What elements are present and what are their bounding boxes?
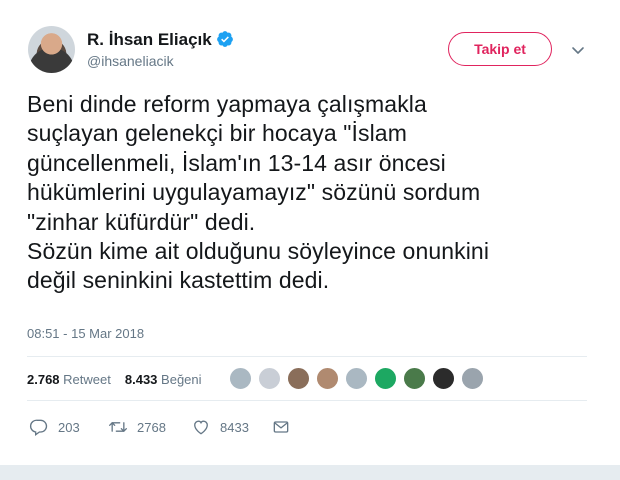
liker-avatar[interactable]: [287, 367, 310, 390]
like-stat[interactable]: 8.433 Beğeni: [125, 372, 202, 387]
divider: [27, 400, 587, 401]
author-handle[interactable]: @ihsaneliacik: [87, 53, 174, 69]
liker-avatar[interactable]: [345, 367, 368, 390]
liker-avatars: [229, 367, 484, 390]
tweet-stats: 2.768 Retweet 8.433 Beğeni: [27, 372, 202, 387]
tweet-text: Beni dinde reform yapmaya çalışmakla suç…: [27, 91, 490, 294]
verified-badge-icon: [216, 31, 233, 47]
follow-button[interactable]: Takip et: [448, 32, 552, 66]
timeline-separator: [0, 465, 620, 480]
tweet-timestamp[interactable]: 08:51 - 15 Mar 2018: [27, 326, 144, 341]
chevron-down-icon[interactable]: [570, 42, 586, 58]
liker-avatar[interactable]: [432, 367, 455, 390]
author-name-row[interactable]: R. İhsan Eliaçık: [87, 30, 234, 50]
retweet-stat-label: Retweet: [63, 372, 111, 387]
liker-avatar[interactable]: [316, 367, 339, 390]
direct-message-action[interactable]: [271, 417, 291, 437]
reply-icon: [30, 419, 48, 436]
reply-action[interactable]: 203: [29, 417, 108, 437]
liker-avatar[interactable]: [461, 367, 484, 390]
like-action[interactable]: 8433: [191, 417, 271, 437]
liker-avatar[interactable]: [374, 367, 397, 390]
retweet-icon: [109, 422, 128, 432]
tweet-card: R. İhsan Eliaçık @ihsaneliacik Takip et …: [0, 0, 620, 465]
like-stat-label: Beğeni: [161, 372, 202, 387]
like-count: 8433: [220, 419, 249, 435]
tweet-actions: 203 2768 8433: [29, 417, 291, 437]
reply-count: 203: [58, 419, 80, 435]
envelope-icon: [273, 421, 289, 433]
divider: [27, 356, 587, 357]
like-stat-count: 8.433: [124, 372, 158, 387]
liker-avatar[interactable]: [258, 367, 281, 390]
retweet-count: 2768: [137, 419, 166, 435]
author-avatar[interactable]: [28, 26, 75, 73]
liker-avatar[interactable]: [403, 367, 426, 390]
heart-icon: [194, 420, 208, 435]
retweet-action[interactable]: 2768: [108, 417, 191, 437]
retweet-stat-count: 2.768: [27, 372, 60, 387]
liker-avatar[interactable]: [229, 367, 252, 390]
retweet-stat[interactable]: 2.768 Retweet: [27, 372, 111, 387]
author-name[interactable]: R. İhsan Eliaçık: [87, 30, 212, 49]
